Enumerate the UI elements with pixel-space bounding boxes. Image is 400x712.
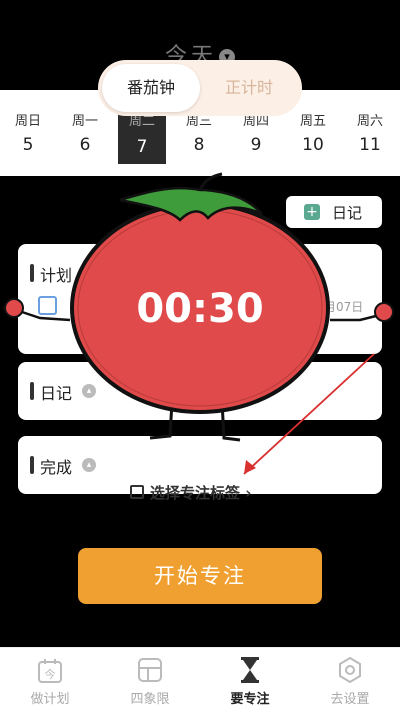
tab-focus[interactable]: 要专注 bbox=[200, 648, 300, 712]
tag-icon bbox=[130, 485, 144, 499]
grid-icon bbox=[138, 658, 162, 682]
timer-display: 00:30 bbox=[136, 286, 264, 332]
day-tue-selected[interactable]: 周二 7 bbox=[118, 108, 166, 164]
pointer-arrow-icon bbox=[243, 353, 375, 475]
select-focus-tag-link[interactable]: 选择专注标签 › bbox=[130, 482, 251, 503]
day-sun[interactable]: 周日 5 bbox=[4, 90, 52, 176]
tab-quadrant[interactable]: 四象限 bbox=[100, 648, 200, 712]
hourglass-icon bbox=[241, 657, 259, 683]
start-focus-button[interactable]: 开始专注 bbox=[78, 548, 322, 604]
tab-plan[interactable]: 今 做计划 bbox=[0, 648, 100, 712]
tab-settings[interactable]: 去设置 bbox=[300, 648, 400, 712]
settings-icon bbox=[339, 656, 361, 684]
chevron-up-icon[interactable]: ▴ bbox=[82, 458, 96, 472]
calendar-icon-text: 今 bbox=[45, 667, 56, 681]
bottom-tab-bar: 今 做计划 四象限 要专注 去设置 bbox=[0, 647, 400, 712]
day-sat[interactable]: 周六 11 bbox=[346, 90, 394, 176]
calendar-icon: 今 bbox=[38, 659, 62, 683]
tab-pomodoro[interactable]: 番茄钟 bbox=[102, 64, 200, 112]
tab-stopwatch[interactable]: 正计时 bbox=[200, 64, 298, 112]
